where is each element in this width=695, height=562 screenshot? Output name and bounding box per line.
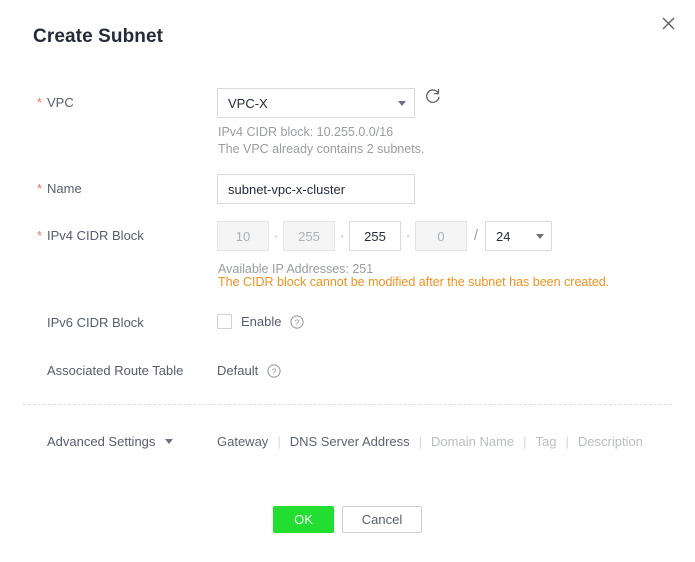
cidr-octet-3[interactable] bbox=[349, 221, 401, 251]
create-subnet-dialog: Create Subnet * VPC VPC-X IPv4 CIDR block… bbox=[0, 0, 695, 562]
close-icon[interactable] bbox=[655, 10, 681, 36]
advanced-link-domain-name[interactable]: Domain Name bbox=[431, 434, 514, 449]
cidr-separator: · bbox=[273, 228, 279, 243]
vpc-select-value: VPC-X bbox=[228, 95, 268, 111]
required-asterisk: * bbox=[37, 95, 43, 110]
cidr-separator: · bbox=[339, 228, 345, 243]
link-separator: | bbox=[277, 434, 281, 449]
ipv6-cidr-label: IPv6 CIDR Block bbox=[47, 315, 144, 330]
cidr-mask-value: 24 bbox=[496, 228, 511, 244]
advanced-link-dns-server-address[interactable]: DNS Server Address bbox=[290, 434, 410, 449]
advanced-settings-toggle[interactable]: Advanced Settings bbox=[47, 434, 174, 449]
cidr-slash: / bbox=[473, 227, 479, 244]
name-label: * Name bbox=[37, 181, 82, 196]
ok-button[interactable]: OK bbox=[273, 506, 334, 533]
route-table-label: Associated Route Table bbox=[47, 363, 184, 378]
advanced-link-tag[interactable]: Tag bbox=[536, 434, 557, 449]
required-asterisk: * bbox=[37, 181, 43, 196]
vpc-label: * VPC bbox=[37, 95, 74, 110]
help-circle-icon[interactable]: ? bbox=[290, 314, 305, 329]
refresh-icon[interactable] bbox=[424, 88, 442, 106]
ipv6-enable-label: Enable bbox=[241, 314, 282, 329]
advanced-link-gateway[interactable]: Gateway bbox=[217, 434, 268, 449]
page-title: Create Subnet bbox=[33, 26, 164, 47]
cidr-warning-text: The CIDR block cannot be modified after … bbox=[218, 275, 610, 289]
ipv6-enable-checkbox[interactable] bbox=[217, 314, 232, 329]
advanced-settings-label: Advanced Settings bbox=[47, 434, 156, 449]
cidr-octet-2[interactable] bbox=[283, 221, 335, 251]
ipv6-enable-row: Enable ? bbox=[217, 314, 305, 329]
vpc-subnet-count-hint: The VPC already contains 2 subnets. bbox=[218, 142, 425, 156]
cidr-separator: · bbox=[405, 228, 411, 243]
svg-text:?: ? bbox=[272, 366, 277, 376]
ipv4-cidr-group: · · · / 24 bbox=[217, 221, 552, 251]
link-separator: | bbox=[418, 434, 423, 449]
advanced-settings-links: Gateway | DNS Server Address | Domain Na… bbox=[217, 434, 643, 449]
help-circle-icon[interactable]: ? bbox=[267, 363, 281, 378]
cidr-octet-1[interactable] bbox=[217, 221, 269, 251]
route-table-value: Default bbox=[217, 363, 259, 378]
cancel-button[interactable]: Cancel bbox=[342, 506, 422, 533]
link-separator: | bbox=[523, 434, 527, 449]
chevron-down-icon bbox=[165, 439, 174, 444]
route-table-row: Default ? bbox=[217, 363, 281, 378]
section-divider bbox=[23, 404, 672, 405]
advanced-link-description[interactable]: Description bbox=[578, 434, 643, 449]
vpc-cidr-hint: IPv4 CIDR block: 10.255.0.0/16 bbox=[218, 125, 394, 139]
chevron-down-icon bbox=[536, 233, 544, 239]
chevron-down-icon bbox=[398, 100, 406, 106]
link-separator: | bbox=[565, 434, 569, 449]
vpc-select[interactable]: VPC-X bbox=[217, 88, 415, 118]
ipv4-cidr-label: * IPv4 CIDR Block bbox=[37, 228, 144, 243]
name-input[interactable] bbox=[217, 174, 415, 204]
svg-text:?: ? bbox=[295, 317, 300, 327]
cidr-octet-4[interactable] bbox=[415, 221, 467, 251]
required-asterisk: * bbox=[37, 228, 43, 243]
cidr-mask-select[interactable]: 24 bbox=[485, 221, 552, 251]
